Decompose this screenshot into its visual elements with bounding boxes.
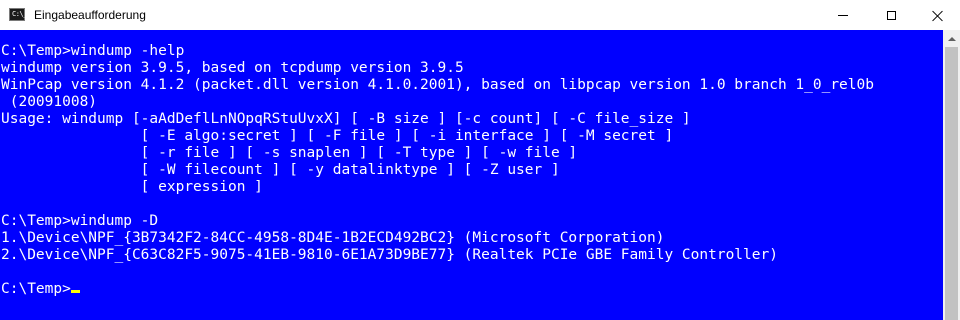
scroll-thumb[interactable]	[945, 47, 958, 320]
console-line: WinPcap version 4.1.2 (packet.dll versio…	[1, 77, 874, 93]
title-bar[interactable]: C:\_ Eingabeaufforderung	[0, 0, 960, 30]
app-icon-label: C:\_	[12, 10, 27, 18]
console-line: [ expression ]	[1, 179, 263, 195]
scroll-up-button[interactable]	[943, 30, 960, 47]
console-line: C:\Temp>windump -D	[1, 213, 159, 229]
console-line: C:\Temp>windump -help	[1, 43, 185, 59]
text-cursor	[70, 290, 80, 293]
vertical-scrollbar[interactable]	[943, 30, 960, 320]
current-prompt: C:\Temp>	[1, 281, 71, 297]
maximize-button[interactable]	[868, 0, 914, 30]
window-title: Eingabeaufforderung	[34, 8, 146, 22]
console-line: (20091008)	[1, 94, 98, 110]
console-line: 2.\Device\NPF_{C63C82F5-9075-41EB-9810-6…	[1, 247, 778, 263]
console-area[interactable]: C:\Temp>windump -help windump version 3.…	[0, 30, 943, 320]
console-output: C:\Temp>windump -help windump version 3.…	[1, 43, 874, 298]
minimize-button[interactable]	[820, 0, 866, 30]
command-prompt-icon[interactable]: C:\_	[9, 8, 27, 21]
close-button[interactable]	[914, 0, 960, 30]
console-line: [ -r file ] [ -s snaplen ] [ -T type ] […	[1, 145, 578, 161]
console-line: 1.\Device\NPF_{3B7342F2-84CC-4958-8D4E-1…	[1, 230, 665, 246]
console-line: [ -W filecount ] [ -y datalinktype ] [ -…	[1, 162, 560, 178]
maximize-icon	[886, 10, 896, 20]
console-line: [ -E algo:secret ] [ -F file ] [ -i inte…	[1, 128, 674, 144]
console-line: Usage: windump [-aAdDeflLnNOpqRStuUvxX] …	[1, 111, 691, 127]
close-icon	[932, 10, 943, 21]
console-window: C:\_ Eingabeaufforderung C:\Temp>windump…	[0, 0, 960, 320]
minimize-icon	[838, 14, 848, 16]
arrow-up-icon	[947, 36, 956, 41]
console-line: windump version 3.9.5, based on tcpdump …	[1, 60, 464, 76]
